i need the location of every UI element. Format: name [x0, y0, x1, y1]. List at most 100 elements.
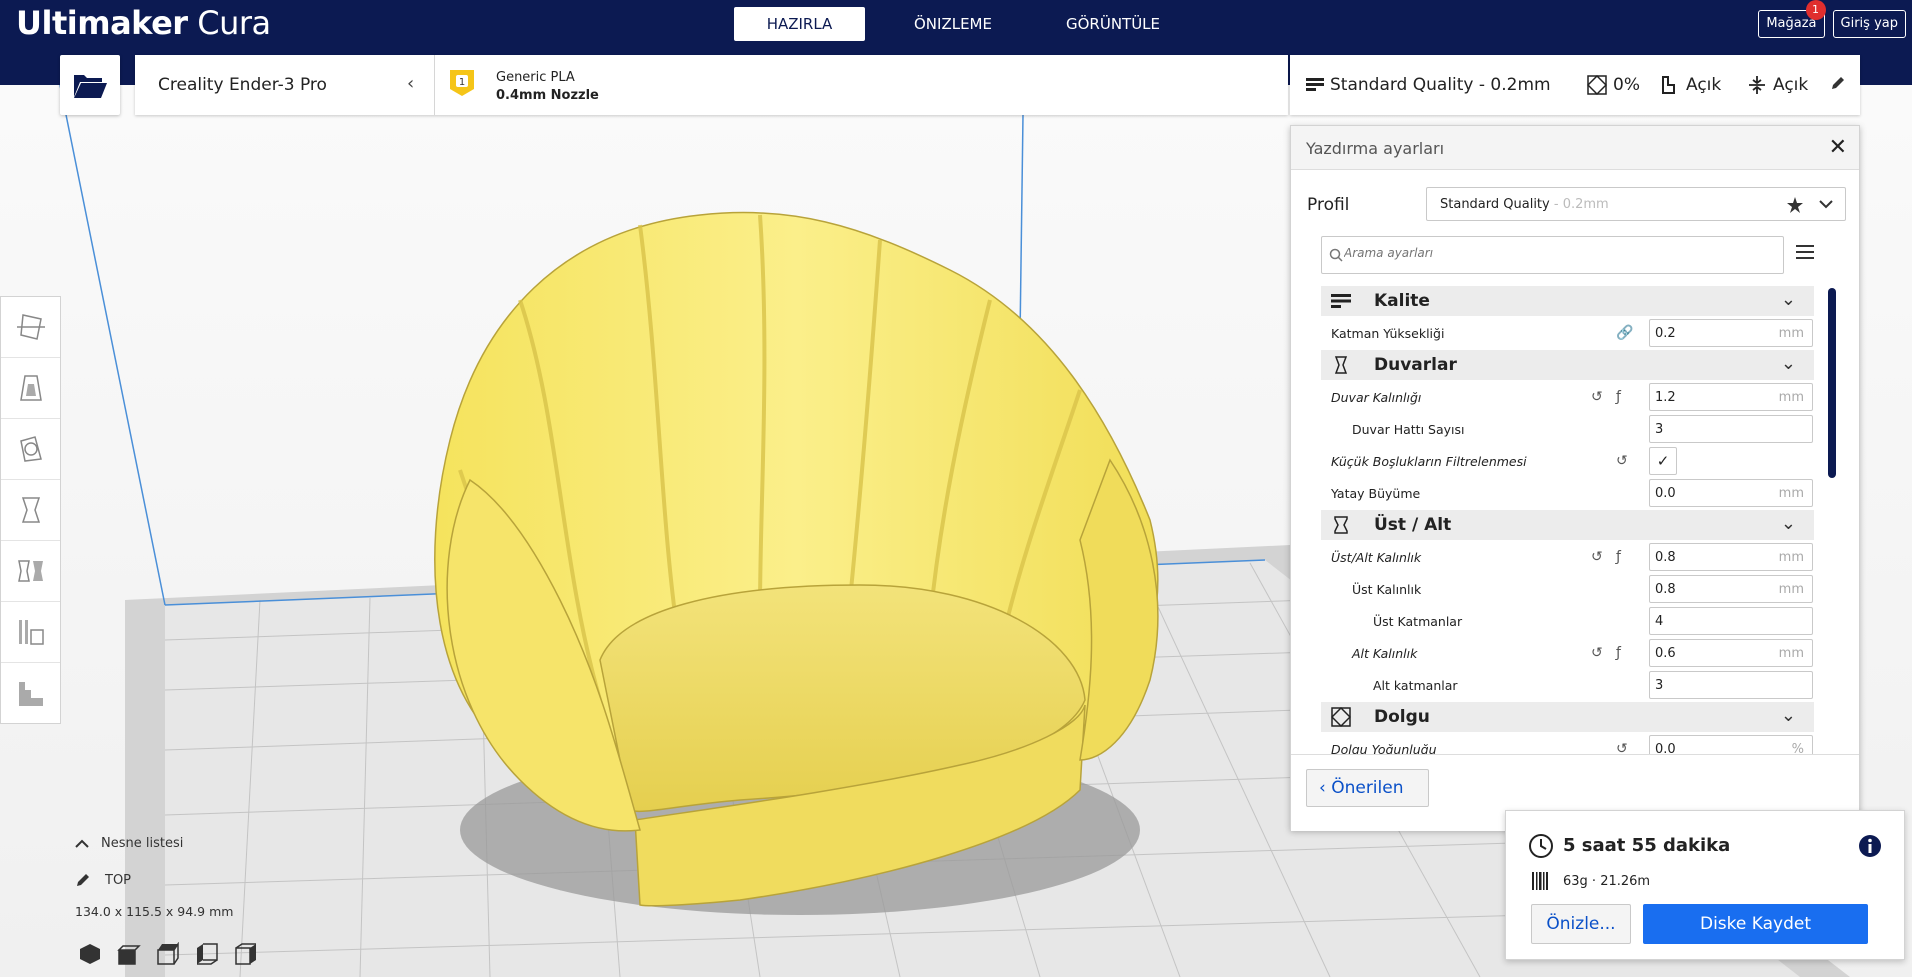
- search-input[interactable]: [1344, 246, 1764, 260]
- setting-value-field[interactable]: 0.8 mm: [1649, 543, 1813, 571]
- setting-value-field[interactable]: 0.8 mm: [1649, 575, 1813, 603]
- print-settings-panel: Yazdırma ayarları ✕ Profil Standard Qual…: [1290, 125, 1860, 831]
- function-icon[interactable]: ƒ: [1616, 645, 1621, 661]
- setting-value-field[interactable]: 0.0%: [1649, 735, 1813, 754]
- preview-button[interactable]: Önizle...: [1531, 904, 1631, 944]
- printer-selector[interactable]: Creality Ender-3 Pro ‹: [135, 55, 435, 115]
- move-tool-button[interactable]: [1, 297, 60, 358]
- per-model-settings-button[interactable]: [1, 541, 60, 602]
- function-icon[interactable]: ƒ: [1616, 549, 1621, 565]
- function-icon[interactable]: ƒ: [1616, 389, 1621, 405]
- notification-badge: 1: [1805, 0, 1826, 20]
- profile-summary: Standard Quality - 0.2mm: [1306, 75, 1551, 95]
- settings-list[interactable]: Kalite ⌄ Katman Yüksekliği 🔗 0.2 mm Duvar…: [1321, 286, 1841, 756]
- chevron-down-icon: [1819, 200, 1833, 209]
- setting-label: Dolgu Yoğunluğu: [1331, 742, 1437, 754]
- category-infill[interactable]: Dolgu ⌄: [1321, 702, 1814, 732]
- top-view-icon[interactable]: [156, 942, 180, 966]
- mirror-tool-button[interactable]: [1, 480, 60, 541]
- setting-label: Yatay Büyüme: [1331, 486, 1421, 501]
- object-name-row: TOP: [75, 872, 131, 888]
- settings-scrollbar[interactable]: [1828, 288, 1836, 478]
- menu-icon[interactable]: [1796, 244, 1814, 260]
- setting-label: Alt katmanlar: [1373, 678, 1458, 693]
- info-icon[interactable]: [1858, 834, 1882, 858]
- stage-tabs: HAZIRLA ÖNIZLEME GÖRÜNTÜLE: [734, 7, 1193, 41]
- chevron-down-icon: ⌄: [1780, 513, 1796, 534]
- top-bottom-icon: [1334, 516, 1348, 534]
- setting-label: Üst Kalınlık: [1352, 582, 1422, 597]
- reset-icon[interactable]: ↺: [1591, 645, 1603, 661]
- setting-value-field[interactable]: 3: [1649, 415, 1813, 443]
- print-setup-bar[interactable]: Standard Quality - 0.2mm 0% Açık Açık: [1290, 55, 1860, 115]
- chevron-up-icon: [75, 839, 89, 848]
- setting-value-field[interactable]: 4: [1649, 607, 1813, 635]
- material-name: Generic PLA: [496, 70, 575, 85]
- object-dimensions: 134.0 x 115.5 x 94.9 mm: [75, 904, 234, 919]
- link-icon[interactable]: 🔗: [1616, 325, 1633, 341]
- category-label: Duvarlar: [1374, 355, 1457, 375]
- tab-preview[interactable]: ÖNIZLEME: [873, 7, 1033, 41]
- setting-value-field[interactable]: 1.2 mm: [1649, 383, 1813, 411]
- support-summary-label: Açık: [1686, 75, 1722, 95]
- profile-icon: [1306, 78, 1324, 91]
- profile-dropdown-value: Standard Quality - 0.2mm: [1440, 197, 1609, 212]
- setting-value-field[interactable]: 0.0 mm: [1649, 479, 1813, 507]
- reset-icon[interactable]: ↺: [1591, 549, 1603, 565]
- infill-category-icon: [1331, 707, 1351, 727]
- setting-value-field[interactable]: 0.2 mm: [1649, 319, 1813, 347]
- front-view-icon[interactable]: [117, 942, 141, 966]
- quality-icon: [1331, 294, 1351, 308]
- rotate-tool-button[interactable]: [1, 419, 60, 480]
- settings-search[interactable]: [1321, 236, 1784, 274]
- setting-label: Küçük Boşlukların Filtrelenmesi: [1331, 454, 1527, 469]
- setting-wall-thickness: Duvar Kalınlığı ↺ ƒ 1.2 mm: [1321, 382, 1814, 412]
- scale-tool-button[interactable]: [1, 358, 60, 419]
- reset-icon[interactable]: ↺: [1591, 389, 1603, 405]
- marketplace-label: Mağaza: [1766, 16, 1817, 31]
- category-quality[interactable]: Kalite ⌄: [1321, 286, 1814, 316]
- setting-checkbox[interactable]: ✓: [1649, 447, 1677, 475]
- setting-value-field[interactable]: 0.6 mm: [1649, 639, 1813, 667]
- extruder-icon: 1: [450, 70, 474, 96]
- sign-in-button[interactable]: Giriş yap: [1832, 10, 1906, 38]
- pencil-icon[interactable]: [75, 872, 91, 888]
- object-list-toggle[interactable]: Nesne listesi: [75, 836, 183, 851]
- material-selector[interactable]: 1 Generic PLA 0.4mm Nozzle ‹: [435, 55, 1402, 115]
- close-icon[interactable]: ✕: [1829, 135, 1847, 160]
- left-view-icon[interactable]: [195, 942, 219, 966]
- setting-value-field[interactable]: 3: [1649, 671, 1813, 699]
- spool-icon: [1532, 872, 1548, 890]
- reset-icon[interactable]: ↺: [1616, 453, 1628, 469]
- reset-icon[interactable]: ↺: [1616, 741, 1628, 754]
- setting-horizontal-expansion: Yatay Büyüme 0.0 mm: [1321, 478, 1814, 508]
- infill-icon: [1587, 75, 1607, 95]
- right-view-icon[interactable]: [234, 942, 258, 966]
- tab-prepare[interactable]: HAZIRLA: [734, 7, 865, 41]
- category-walls[interactable]: Duvarlar ⌄: [1321, 350, 1814, 380]
- material-usage: 63g · 21.26m: [1563, 874, 1651, 889]
- 3d-view-icon[interactable]: [78, 942, 102, 966]
- app-logo: Ultimaker Cura: [16, 4, 271, 42]
- tab-monitor[interactable]: GÖRÜNTÜLE: [1033, 7, 1193, 41]
- star-icon[interactable]: [1786, 196, 1804, 214]
- recommended-button[interactable]: ‹ Önerilen: [1306, 769, 1429, 807]
- support-blocker-button[interactable]: [1, 602, 60, 663]
- edit-settings-button[interactable]: [1830, 75, 1846, 91]
- mirror-tool-icon: [21, 497, 40, 523]
- setting-layer-height: Katman Yüksekliği 🔗 0.2 mm: [1321, 318, 1814, 348]
- open-file-button[interactable]: [60, 55, 120, 115]
- setting-label: Alt Kalınlık: [1352, 646, 1418, 661]
- category-top-bottom[interactable]: Üst / Alt ⌄: [1321, 510, 1814, 540]
- setting-top-thickness: Üst Kalınlık 0.8 mm: [1321, 574, 1814, 604]
- setting-label: Katman Yüksekliği: [1331, 326, 1445, 341]
- chevron-down-icon: ⌄: [1780, 353, 1796, 374]
- setting-topbottom-thickness: Üst/Alt Kalınlık ↺ ƒ 0.8 mm: [1321, 542, 1814, 572]
- profile-dropdown[interactable]: Standard Quality - 0.2mm: [1426, 187, 1846, 221]
- walls-icon: [1334, 356, 1348, 374]
- machine-bar: Creality Ender-3 Pro ‹ 1 Generic PLA 0.4…: [135, 55, 1402, 115]
- lay-flat-tool-button[interactable]: [1, 663, 60, 724]
- marketplace-button[interactable]: Mağaza 1: [1758, 0, 1826, 38]
- adhesion-summary: Açık: [1747, 75, 1808, 95]
- save-to-disk-button[interactable]: Diske Kaydet: [1643, 904, 1868, 944]
